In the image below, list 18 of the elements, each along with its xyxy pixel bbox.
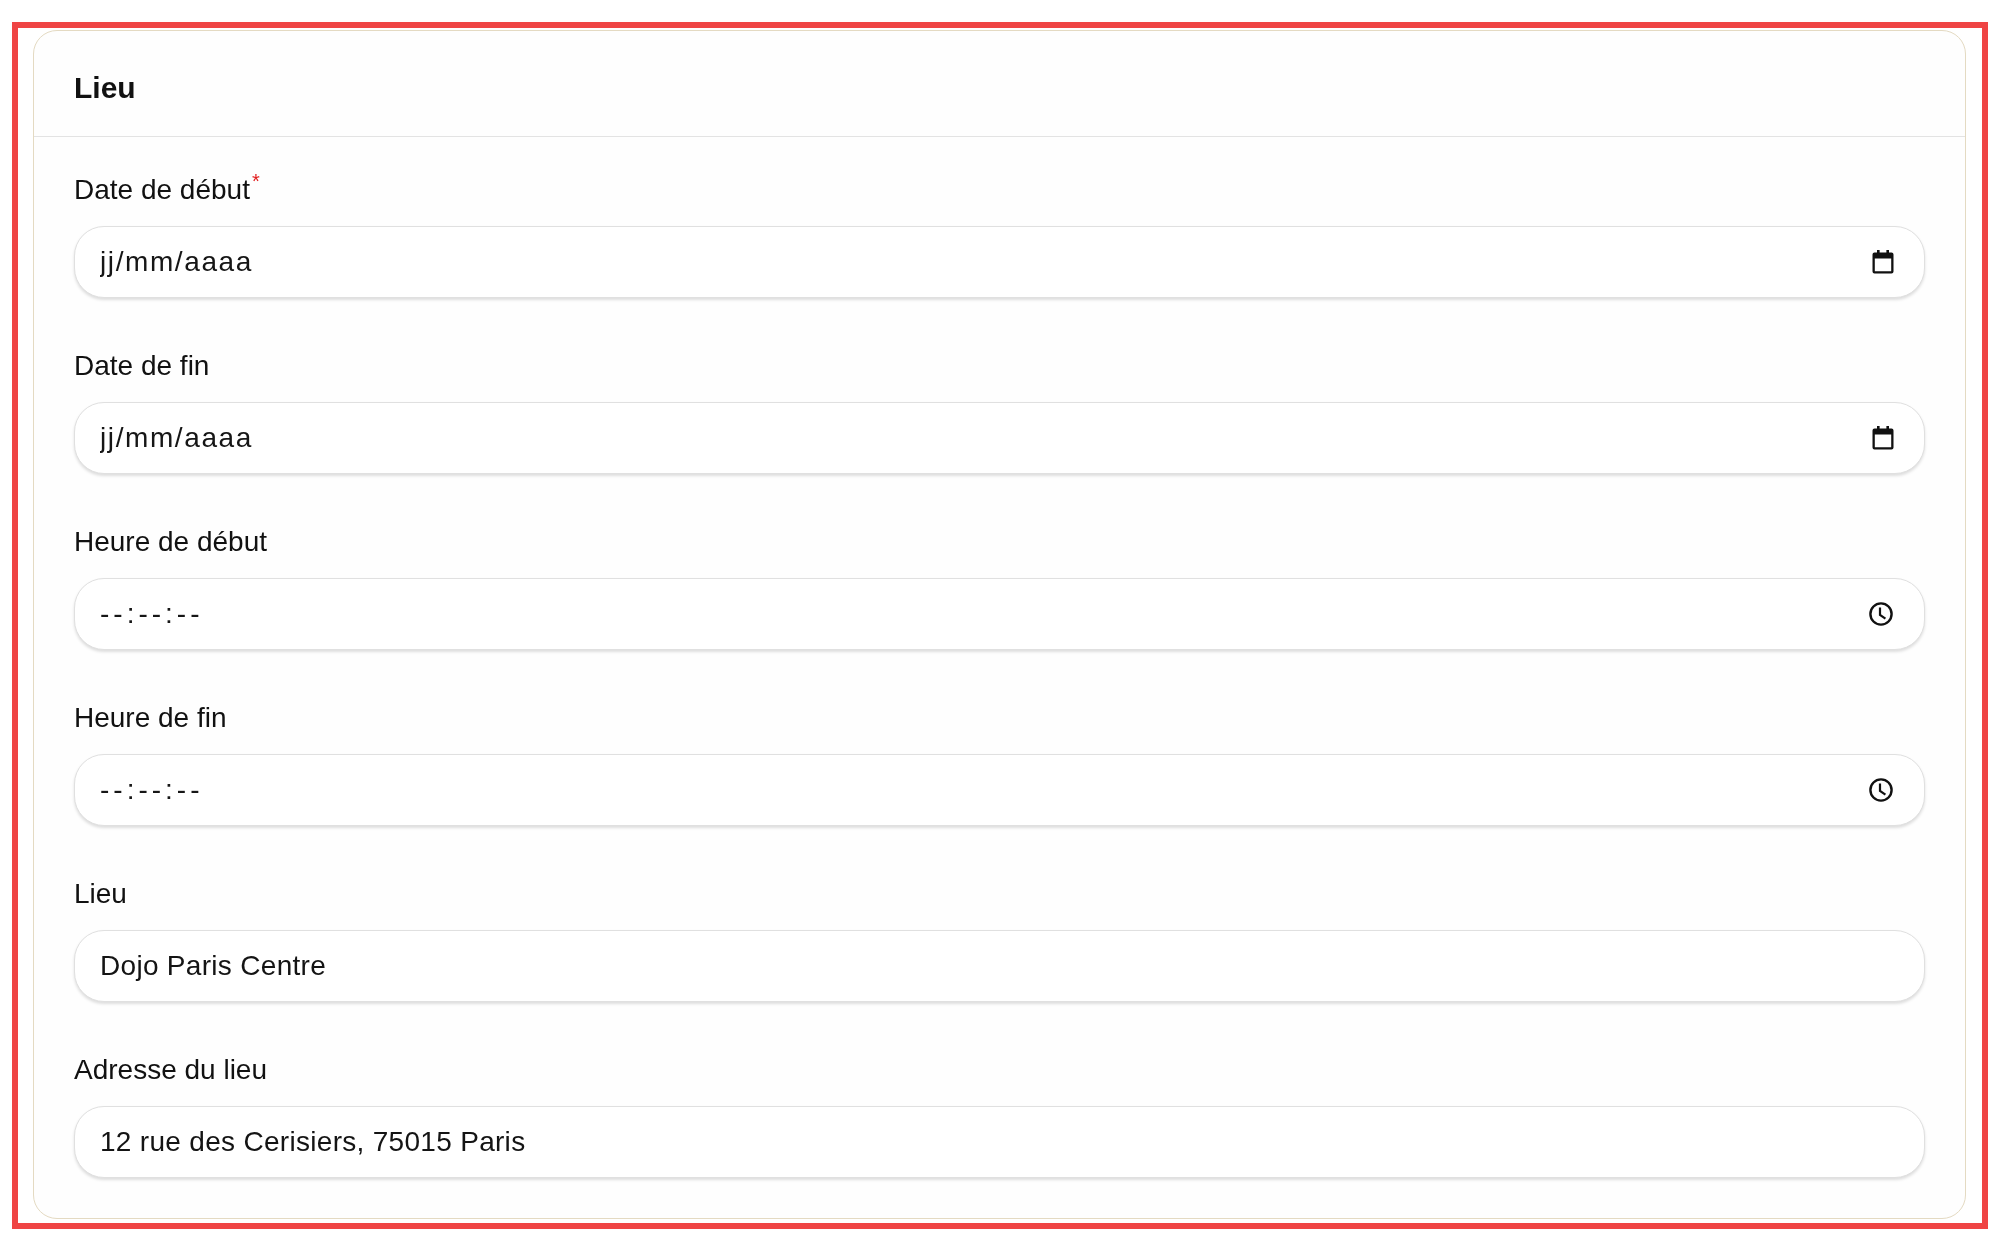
- text-field[interactable]: Dojo Paris Centre: [74, 930, 1925, 1002]
- calendar-icon[interactable]: [1872, 426, 1894, 450]
- clock-icon[interactable]: [1869, 602, 1893, 626]
- date-field[interactable]: jj/mm/aaaa: [74, 402, 1925, 474]
- time-field[interactable]: --:--:--: [74, 578, 1925, 650]
- field-label: Heure de fin: [74, 701, 227, 735]
- clock-icon[interactable]: [1869, 778, 1893, 802]
- date-field[interactable]: jj/mm/aaaa: [74, 226, 1925, 298]
- time-field[interactable]: --:--:--: [74, 754, 1925, 826]
- field-label: Date de fin: [74, 349, 210, 383]
- text-field[interactable]: 12 rue des Cerisiers, 75015 Paris: [74, 1106, 1925, 1178]
- calendar-icon[interactable]: [1872, 250, 1894, 274]
- field-label: Adresse du lieu: [74, 1053, 267, 1087]
- section-title: Lieu: [74, 69, 136, 106]
- field-label: Date de début: [74, 173, 250, 207]
- field-label: Heure de début: [74, 525, 268, 559]
- required-asterisk: *: [251, 171, 260, 191]
- field-label: Lieu: [74, 877, 127, 911]
